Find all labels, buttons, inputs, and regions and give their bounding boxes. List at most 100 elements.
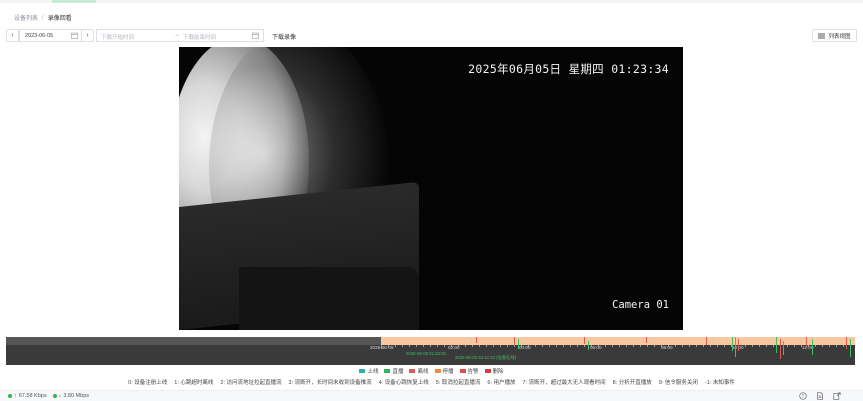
video-frame-shadow-2 [239, 267, 419, 330]
legend-swatch [384, 369, 391, 373]
timeline-event-marker [732, 337, 733, 351]
download-speed-value: 3.80 Mbps [63, 393, 90, 399]
timeline-event-marker [850, 339, 851, 357]
breadcrumb-device-list[interactable]: 设备列表 [14, 13, 38, 22]
event-code: 9: 信令服务关闭 [658, 380, 698, 386]
document-icon[interactable] [816, 392, 824, 400]
breadcrumb-separator: / [42, 14, 44, 21]
event-code-reference: 0: 设备注册上线 1: 心跳超时离线 2: 访问流地址拉起直播流 3: 流断开… [0, 378, 863, 386]
download-range-picker[interactable]: 下载开始时间 → 下载结束时间 [96, 29, 264, 42]
timeline-tick [514, 345, 515, 347]
legend-label: 告警 [467, 369, 479, 375]
timeline-tick [682, 345, 683, 347]
range-separator: → [174, 32, 180, 38]
legend-item: 停播 [434, 367, 454, 375]
date-value: 2023-06-05 [25, 32, 54, 39]
timeline-tick [612, 345, 613, 347]
event-code: 3: 流断开，长时间未收到设备推流 [288, 380, 372, 386]
list-view-label: 列表视图 [828, 33, 851, 40]
recording-timeline[interactable]: 2025-06-05 02:00 04:00 06:00 08:00 10:00… [6, 337, 855, 365]
timeline-tick [465, 345, 466, 347]
next-day-button[interactable]: › [81, 29, 94, 42]
timeline-tick [654, 345, 655, 347]
timeline-tick [745, 345, 746, 347]
legend-swatch [359, 369, 366, 373]
timeline-event-marker [584, 337, 585, 344]
top-bar [0, 0, 863, 3]
prev-day-button[interactable]: ‹ [6, 29, 19, 42]
download-recording-button[interactable]: 下载录像 [272, 32, 296, 41]
legend-label: 离线 [417, 369, 429, 375]
arrow-up-icon: ↑ [14, 393, 17, 399]
timeline-tick [430, 345, 431, 347]
timeline-tick [787, 345, 788, 347]
list-icon [818, 33, 826, 38]
legend-label: 删除 [492, 369, 504, 375]
timeline-date-label: 2025-06-05 [370, 345, 394, 350]
legend-swatch [484, 369, 491, 373]
event-legend: 上线 直播 离线 停播 告警 删除 [0, 367, 863, 375]
timeline-tick [584, 345, 585, 347]
timeline-tick [766, 345, 767, 347]
video-timestamp-overlay: 2025年06月05日 星期四 01:23:34 [468, 62, 669, 76]
status-actions: ? [799, 392, 841, 400]
toolbar: ‹ 2023-06-05 › 下载开始时间 → 下载结束时间 下载录像 列表视图 [6, 29, 857, 42]
timeline-hour-label: 08:00 [661, 345, 673, 350]
help-icon[interactable]: ? [799, 392, 807, 400]
timeline-tick [633, 345, 634, 347]
timeline-tick [724, 345, 725, 347]
timeline-tick [535, 345, 536, 347]
timeline-tick [717, 345, 718, 347]
timeline-tick [626, 345, 627, 347]
range-start-placeholder: 下载开始时间 [101, 35, 135, 41]
timeline-event-marker [476, 337, 477, 343]
list-view-button[interactable]: 列表视图 [812, 29, 857, 42]
upload-speed-value: 67.58 Kbps [18, 393, 47, 399]
breadcrumb-current: 录像回看 [47, 16, 72, 22]
timeline-event-marker [783, 341, 784, 355]
timeline-tick [843, 345, 844, 347]
event-code: 1: 心跳超时离线 [174, 380, 214, 386]
video-camera-label: Camera 01 [612, 299, 669, 311]
timeline-tick [395, 345, 396, 347]
timeline-event-marker [646, 337, 647, 343]
legend-item: 上线 [359, 367, 378, 375]
event-code: 2: 访问流地址拉起直播流 [220, 380, 282, 386]
date-picker[interactable]: 2023-06-05 [19, 29, 83, 42]
timeline-event-marker [776, 337, 777, 353]
event-code: 5: 取消拉起直播流 [435, 380, 481, 386]
timeline-event-marker [738, 339, 739, 351]
export-icon[interactable] [833, 392, 841, 400]
timeline-event-marker [706, 337, 707, 345]
event-code: 0: 设备注册上线 [128, 380, 168, 386]
timeline-tick [486, 345, 487, 347]
chevron-left-icon: ‹ [11, 32, 14, 39]
breadcrumb: 设备列表 / 录像回看 [14, 13, 72, 23]
timeline-tick [773, 345, 774, 347]
timeline-tick [563, 345, 564, 347]
timeline-event-marker [806, 337, 807, 347]
status-bar: ↑ 67.58 Kbps ↓ 3.80 Mbps ? [0, 390, 863, 401]
legend-label: 直播 [392, 369, 404, 375]
timeline-tick [703, 345, 704, 347]
timeline-tick [507, 345, 508, 347]
timeline-tick [493, 345, 494, 347]
timeline-hover-time: 2025-06-05 04:12:23 (设备在线) [455, 355, 517, 360]
timeline-tick [815, 345, 816, 347]
timeline-tick [619, 345, 620, 347]
upload-speed: ↑ 67.58 Kbps [8, 393, 47, 399]
timeline-tick [402, 345, 403, 347]
timeline-tick [759, 345, 760, 347]
timeline-tick [437, 345, 438, 347]
legend-item: 直播 [384, 367, 403, 375]
timeline-tick [829, 345, 830, 347]
timeline-tick [444, 345, 445, 347]
timeline-tick [647, 345, 648, 347]
timeline-tick [409, 345, 410, 347]
timeline-event-marker [812, 339, 813, 355]
legend-swatch [459, 369, 466, 373]
timeline-tick [500, 345, 501, 347]
timeline-cursor-time: 2025-06-05 01:23:30 [406, 351, 446, 356]
timeline-hour-label: 02:00 [448, 345, 460, 350]
video-player[interactable]: 2025年06月05日 星期四 01:23:34 Camera 01 [179, 47, 683, 330]
